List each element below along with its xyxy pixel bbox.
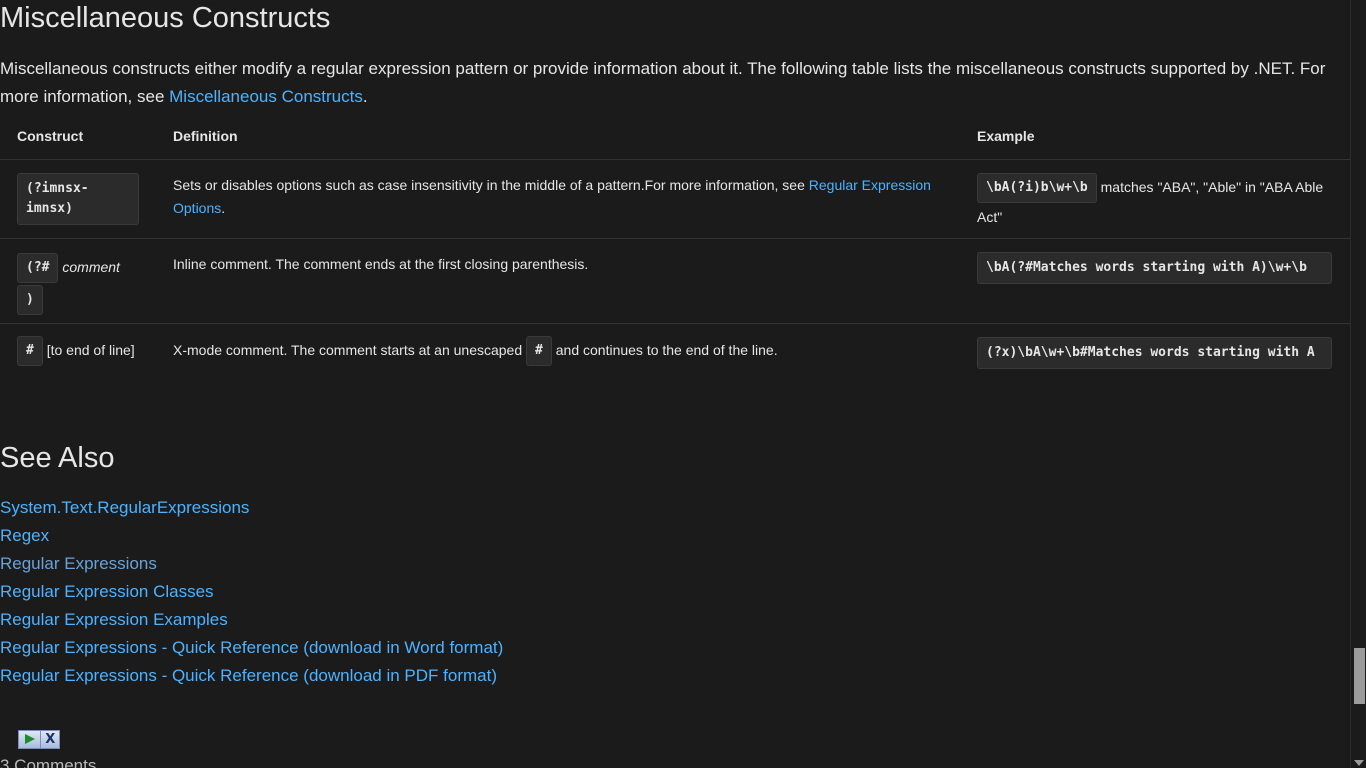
link-quick-ref-word[interactable]: Regular Expressions - Quick Reference (d… <box>0 638 503 657</box>
link-regex[interactable]: Regex <box>0 526 49 545</box>
definition-code: # <box>526 336 552 367</box>
construct-text: [to end of line] <box>42 342 135 358</box>
vertical-scrollbar[interactable] <box>1350 0 1366 768</box>
link-regex-classes[interactable]: Regular Expression Classes <box>0 582 214 601</box>
definition-text-end: and continues to the end of the line. <box>551 342 778 358</box>
link-misc-constructs[interactable]: Miscellaneous Constructs <box>169 87 363 106</box>
construct-cell: # [to end of line] <box>17 336 137 367</box>
row-divider <box>0 238 1350 239</box>
list-item: Regular Expression Examples <box>0 606 503 634</box>
media-widget: X <box>18 730 60 749</box>
list-item: Regular Expressions - Quick Reference (d… <box>0 634 503 662</box>
construct-cell: (?# comment ) <box>17 252 157 315</box>
definition-end: . <box>221 200 226 216</box>
intro-end: . <box>362 87 368 106</box>
see-also-list: System.Text.RegularExpressions Regex Reg… <box>0 494 503 690</box>
definition-cell: X-mode comment. The comment starts at an… <box>173 336 953 367</box>
close-icon[interactable]: X <box>41 731 59 748</box>
construct-code-open: (?# <box>17 253 59 284</box>
header-divider <box>0 159 1350 160</box>
example-code: (?x)\bA\w+\b#Matches words starting with… <box>977 337 1332 369</box>
link-regular-expressions[interactable]: Regular Expressions <box>0 554 157 573</box>
header-definition: Definition <box>173 128 238 144</box>
example-code: \bA(?#Matches words starting with A)\w+\… <box>977 252 1332 284</box>
header-construct: Construct <box>17 128 84 144</box>
scrollbar-thumb[interactable] <box>1354 648 1365 704</box>
header-example: Example <box>977 128 1035 144</box>
construct-code: # <box>17 336 43 367</box>
definition-text: Sets or disables options such as case in… <box>173 177 809 193</box>
play-button[interactable] <box>19 731 42 748</box>
construct-italic: comment <box>62 259 120 275</box>
list-item: Regex <box>0 522 503 550</box>
link-regex-examples[interactable]: Regular Expression Examples <box>0 610 228 629</box>
list-item: System.Text.RegularExpressions <box>0 494 503 522</box>
play-icon <box>25 734 35 744</box>
example-cell: \bA(?i)b\w+\b matches "ABA", "Able" in "… <box>977 173 1337 231</box>
definition-text-start: X-mode comment. The comment starts at an… <box>173 342 527 358</box>
list-item: Regular Expression Classes <box>0 578 503 606</box>
list-item: Regular Expressions <box>0 550 503 578</box>
example-code: \bA(?i)b\w+\b <box>977 173 1097 204</box>
section-heading-see-also: See Also <box>0 442 115 474</box>
definition-cell: Inline comment. The comment ends at the … <box>173 256 589 272</box>
list-item: Regular Expressions - Quick Reference (d… <box>0 662 503 690</box>
construct-code-close: ) <box>17 284 43 315</box>
construct-code: (?imnsx-imnsx) <box>17 173 139 225</box>
intro-paragraph: Miscellaneous constructs either modify a… <box>0 55 1330 111</box>
page: Miscellaneous Constructs Miscellaneous c… <box>0 0 1366 768</box>
link-quick-ref-pdf[interactable]: Regular Expressions - Quick Reference (d… <box>0 666 497 685</box>
row-divider <box>0 323 1350 324</box>
scroll-down-arrow-icon[interactable] <box>1354 760 1364 766</box>
section-heading-misc: Miscellaneous Constructs <box>0 2 331 34</box>
definition-cell: Sets or disables options such as case in… <box>173 174 933 220</box>
comments-heading: 3 Comments <box>0 756 97 768</box>
link-system-text-regularexpressions[interactable]: System.Text.RegularExpressions <box>0 498 249 517</box>
